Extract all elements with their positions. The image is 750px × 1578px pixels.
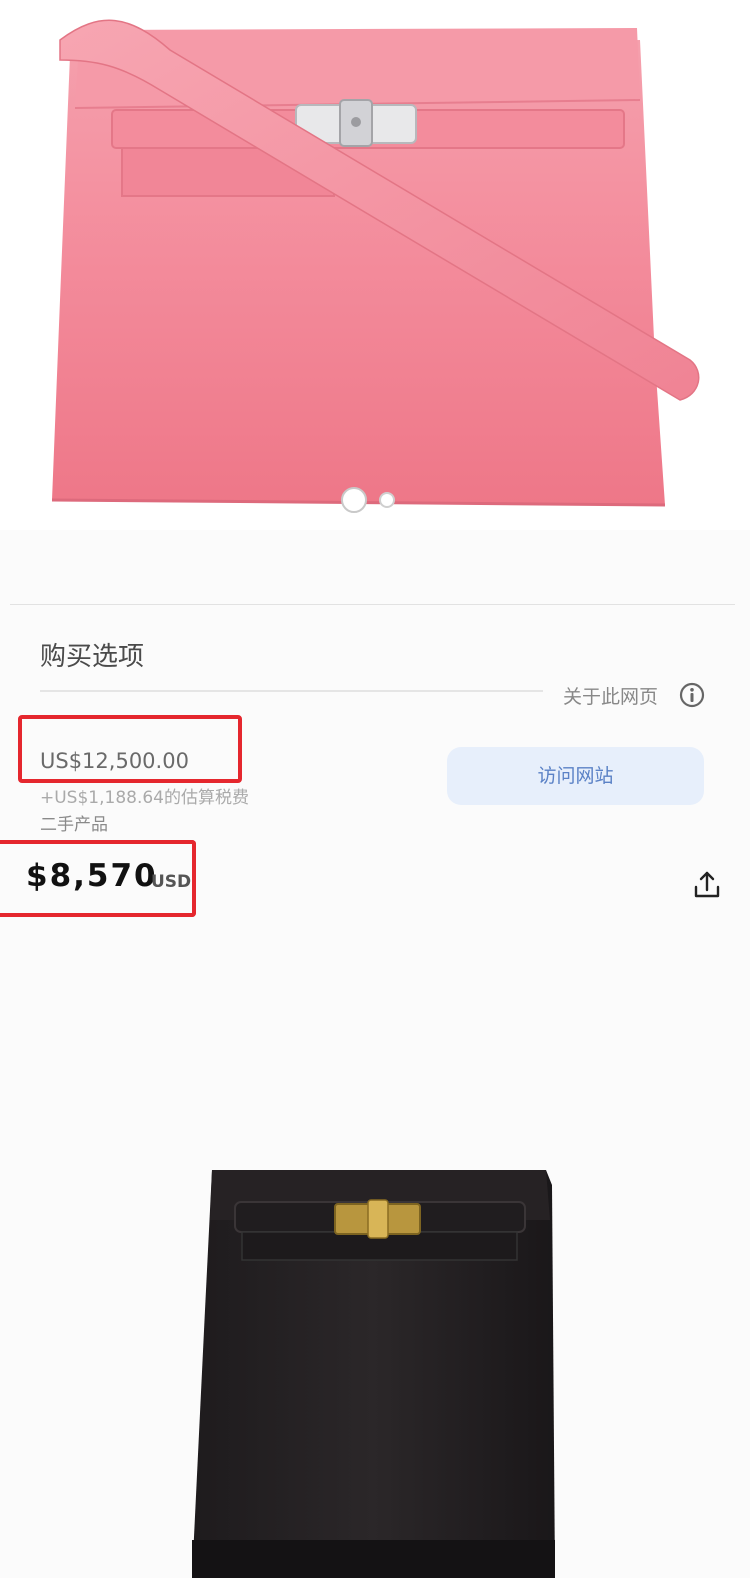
product-image-black-bag[interactable] bbox=[180, 1160, 570, 1578]
carousel-dots[interactable] bbox=[341, 487, 411, 513]
condition-label: 二手产品 bbox=[40, 815, 108, 835]
carousel-dot-active[interactable] bbox=[341, 487, 367, 513]
title-divider bbox=[40, 690, 543, 692]
carousel-dot[interactable] bbox=[379, 492, 395, 508]
estimated-tax: +US$1,188.64的估算税费 bbox=[40, 788, 249, 808]
info-icon[interactable] bbox=[679, 682, 705, 708]
pink-bag-illustration bbox=[51, 19, 700, 507]
section-divider bbox=[10, 604, 735, 605]
product-image-pink-bag[interactable] bbox=[0, 0, 750, 530]
visit-website-button[interactable]: 访问网站 bbox=[447, 747, 704, 805]
highlight-box-resale-price bbox=[0, 840, 196, 917]
about-this-page-link[interactable]: 关于此网页 bbox=[563, 682, 658, 709]
highlight-box-listing-price bbox=[18, 715, 242, 783]
purchase-options-title: 购买选项 bbox=[40, 642, 145, 672]
share-icon[interactable] bbox=[690, 868, 724, 902]
